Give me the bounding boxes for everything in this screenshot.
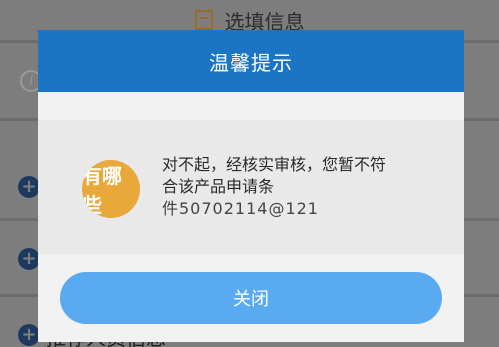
avatar: 有哪些 (82, 160, 140, 218)
dialog-title: 温馨提示 (38, 30, 464, 92)
message-line: 件50702114@121 (162, 199, 319, 218)
expand-plus-icon[interactable]: + (18, 176, 40, 198)
dialog-message: 对不起，经核实审核，您暂不符 合该产品申请条 件50702114@121 (162, 154, 442, 220)
message-line: 对不起，经核实审核，您暂不符 (162, 155, 387, 174)
dialog-body: 有哪些 对不起，经核实审核，您暂不符 合该产品申请条 件50702114@121 (38, 92, 464, 292)
close-button[interactable]: 关闭 (60, 272, 442, 324)
notice-dialog: 温馨提示 有哪些 对不起，经核实审核，您暂不符 合该产品申请条 件5070211… (38, 30, 464, 342)
document-icon (194, 10, 213, 30)
app-screen: 选填信息 i + + + 推荐人员信息 温馨提示 有哪些 对不起，经核实审核，您… (0, 0, 499, 347)
expand-plus-icon[interactable]: + (18, 324, 40, 346)
message-area: 有哪些 对不起，经核实审核，您暂不符 合该产品申请条 件50702114@121 (38, 120, 464, 254)
expand-plus-icon[interactable]: + (18, 248, 40, 270)
message-line: 合该产品申请条 (162, 177, 275, 196)
